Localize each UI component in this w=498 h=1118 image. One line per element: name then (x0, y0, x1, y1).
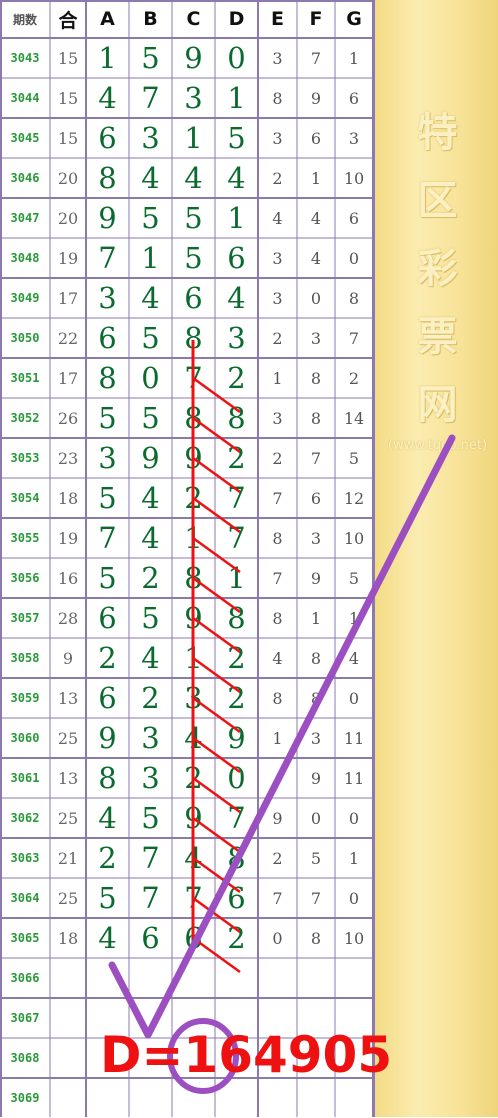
red-hatch-mark (192, 616, 241, 654)
red-hatch-mark (192, 936, 241, 974)
red-hatch-mark (192, 576, 241, 614)
red-hatch-mark (192, 416, 241, 454)
red-hatch-mark (192, 776, 241, 814)
red-hatch-mark (192, 696, 241, 734)
red-hatch-mark (192, 376, 241, 414)
red-hatch-mark (192, 656, 241, 694)
annotation-overlay (0, 0, 456, 1117)
purple-check-mark (108, 434, 456, 1039)
red-hatch-mark (192, 816, 241, 854)
red-hatch-mark (192, 456, 241, 494)
red-hatch-mark (192, 496, 241, 534)
formula-annotation: D=164905 (100, 1026, 393, 1084)
red-hatch-mark (192, 536, 241, 574)
red-hatch-mark (192, 736, 241, 774)
